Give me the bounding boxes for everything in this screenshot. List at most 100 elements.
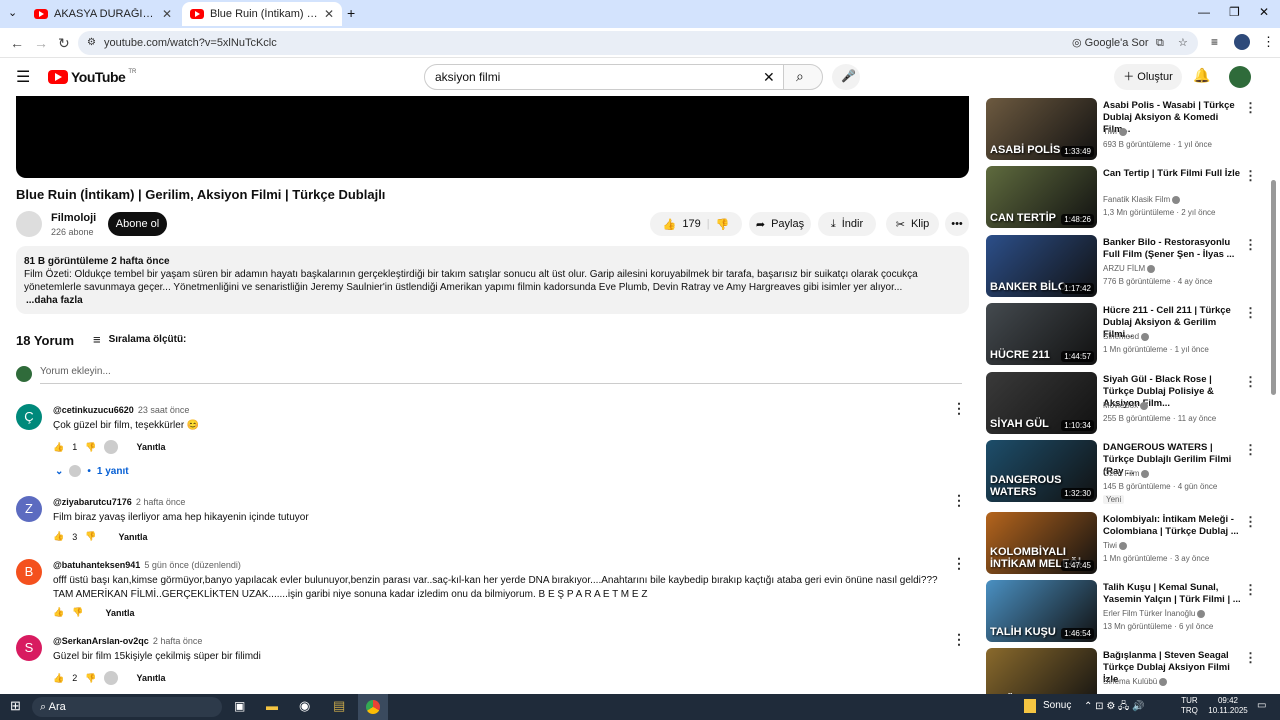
- more-actions-button[interactable]: •••: [945, 212, 969, 236]
- recommendation-menu-icon[interactable]: ⋮: [1244, 650, 1257, 666]
- minimize-icon[interactable]: —: [1198, 5, 1210, 19]
- thumbs-down-icon[interactable]: 👎: [85, 673, 96, 684]
- video-thumbnail[interactable]: TALİH KUŞU 1:46:54: [986, 580, 1097, 642]
- recommendation-channel[interactable]: Fanatik Klasik Film: [1103, 195, 1181, 204]
- recommendation-channel[interactable]: Erler Film Türker İnanoğlu: [1103, 609, 1206, 618]
- recommendation-channel[interactable]: Özen Film: [1103, 469, 1150, 478]
- recommendation-channel[interactable]: Sinema Kulübü: [1103, 677, 1168, 686]
- chrome-taskbar-icon[interactable]: [358, 694, 388, 720]
- comment-author[interactable]: @SerkanArslan-ov2qc 2 hafta önce: [53, 636, 202, 646]
- video-thumbnail[interactable]: SİYAH GÜL 1:10:34: [986, 372, 1097, 434]
- recommendation-title[interactable]: Kolombiyalı: İntikam Meleği - Colombiana…: [1103, 514, 1241, 538]
- comment-avatar[interactable]: S: [16, 635, 42, 661]
- close-icon[interactable]: ✕: [162, 7, 172, 21]
- video-thumbnail[interactable]: DANGEROUS WATERS 1:32:30: [986, 440, 1097, 502]
- comment-avatar[interactable]: B: [16, 559, 42, 585]
- bookmark-star-icon[interactable]: ☆: [1178, 31, 1188, 55]
- tray-chevron-icon[interactable]: ⌃ ⊡ ⚙ 🖧 🔊: [1084, 699, 1144, 716]
- tab-blue-ruin[interactable]: Blue Ruin (İntikam) | Gerilim... ✕: [182, 2, 342, 26]
- task-view-icon[interactable]: ▣: [234, 699, 245, 713]
- comment-avatar[interactable]: Z: [16, 496, 42, 522]
- share-button[interactable]: ➦ Paylaş: [749, 212, 811, 236]
- reload-icon[interactable]: ↻: [58, 35, 70, 52]
- replies-toggle[interactable]: ⌄ • 1 yanıt: [55, 465, 129, 477]
- language-indicator[interactable]: TUR TRQ: [1181, 696, 1198, 716]
- recommendation-menu-icon[interactable]: ⋮: [1244, 442, 1257, 458]
- recommendation-title[interactable]: Banker Bilo - Restorasyonlu Full Film (Ş…: [1103, 237, 1241, 261]
- thumbs-up-icon[interactable]: 👍: [53, 673, 64, 684]
- voice-search-button[interactable]: 🎤: [832, 64, 860, 90]
- video-thumbnail[interactable]: HÜCRE 211 1:44:57: [986, 303, 1097, 365]
- video-thumbnail[interactable]: CAN TERTİP 1:48:26: [986, 166, 1097, 228]
- reply-button[interactable]: Yanıtla: [136, 673, 165, 683]
- new-tab-icon[interactable]: +: [347, 5, 355, 21]
- youtube-logo[interactable]: YouTube TR: [48, 69, 136, 85]
- recommendation-channel[interactable]: ARZU FİLM: [1103, 264, 1156, 273]
- reply-button[interactable]: Yanıtla: [105, 608, 134, 618]
- thumbs-down-icon[interactable]: 👎: [85, 531, 96, 542]
- comment-avatar[interactable]: Ç: [16, 404, 42, 430]
- channel-name[interactable]: Filmoloji: [51, 212, 96, 224]
- comment-menu-icon[interactable]: ⋮: [952, 555, 966, 572]
- thumbs-up-icon[interactable]: 👍: [53, 531, 64, 542]
- recommendation-menu-icon[interactable]: ⋮: [1244, 374, 1257, 390]
- close-icon[interactable]: ✕: [324, 7, 334, 21]
- video-thumbnail[interactable]: BANKER BİLO 1:17:42: [986, 235, 1097, 297]
- dislike-button[interactable]: 👎: [716, 218, 730, 231]
- comment-menu-icon[interactable]: ⋮: [952, 492, 966, 509]
- file-explorer-icon[interactable]: ▬: [266, 699, 278, 713]
- recommendation-channel[interactable]: Tiwi: [1103, 541, 1127, 550]
- profile-avatar[interactable]: [1234, 34, 1250, 50]
- page-scrollbar[interactable]: [1271, 180, 1276, 395]
- clear-search-icon[interactable]: ✕: [763, 65, 775, 89]
- thumbs-up-icon[interactable]: 👍: [53, 442, 64, 453]
- recommendation-item[interactable]: ASABİ POLİS 1:33:49 Asabi Polis - Wasabi |…: [986, 98, 1257, 162]
- recommendation-title[interactable]: Can Tertip | Türk Filmi Full İzle: [1103, 168, 1241, 180]
- video-thumbnail[interactable]: ASABİ POLİS 1:33:49: [986, 98, 1097, 160]
- recommendation-item[interactable]: HÜCRE 211 1:44:57 Hücre 211 - Cell 211 | T…: [986, 303, 1257, 367]
- forward-icon[interactable]: →: [34, 35, 48, 51]
- channel-avatar[interactable]: [16, 211, 42, 237]
- recommendation-title[interactable]: Talih Kuşu | Kemal Sunal, Yasemin Yalçın…: [1103, 582, 1241, 606]
- search-input[interactable]: aksiyon filmi ✕: [424, 64, 784, 90]
- thumbs-up-icon[interactable]: 👍: [53, 607, 64, 618]
- ask-google-button[interactable]: ◎ Google'a Sor: [1072, 31, 1149, 55]
- recommendation-channel[interactable]: MovieBox: [1103, 401, 1149, 410]
- weather-label[interactable]: Sonuç: [1043, 700, 1071, 711]
- download-button[interactable]: ⤓ İndir: [818, 212, 876, 236]
- restore-icon[interactable]: ❐: [1229, 5, 1240, 19]
- recommendation-menu-icon[interactable]: ⋮: [1244, 582, 1257, 598]
- recommendation-menu-icon[interactable]: ⋮: [1244, 168, 1257, 184]
- recommendation-menu-icon[interactable]: ⋮: [1244, 514, 1257, 530]
- video-player[interactable]: [16, 96, 969, 178]
- comment-author[interactable]: @batuhanteksen941 5 gün önce (düzenlendi): [53, 560, 241, 570]
- description-box[interactable]: 81 B görüntüleme 2 hafta önce Film Özeti…: [16, 246, 969, 314]
- app-icon[interactable]: ▤: [333, 698, 345, 714]
- recommendation-item[interactable]: CAN TERTİP 1:48:26 Can Tertip | Türk Filmi…: [986, 166, 1257, 230]
- create-button[interactable]: ＋ Oluştur: [1114, 64, 1182, 90]
- url-input[interactable]: ⚙ youtube.com/watch?v=5xlNuTcKclc ◎ Goog…: [78, 31, 1198, 55]
- tab-search-icon[interactable]: ⌄: [8, 6, 17, 19]
- sort-button[interactable]: ≡ Sıralama ölçütü:: [93, 332, 186, 347]
- recommendation-item[interactable]: DANGEROUS WATERS 1:32:30 DANGEROUS WATERS …: [986, 440, 1257, 504]
- taskbar-search[interactable]: ⌕ Ara: [32, 697, 222, 717]
- menu-kebab-icon[interactable]: ⋮: [1262, 34, 1275, 50]
- cast-icon[interactable]: ⧉: [1156, 31, 1164, 55]
- video-thumbnail[interactable]: KOLOMBİYALI İNTİKAM MELEĞİ 1:47:45: [986, 512, 1097, 574]
- clock[interactable]: 09:42 10.11.2025: [1206, 696, 1250, 716]
- windows-start-icon[interactable]: ⊞: [10, 698, 21, 714]
- app-icon[interactable]: ◉: [299, 698, 310, 714]
- recommendation-menu-icon[interactable]: ⋮: [1244, 237, 1257, 253]
- reading-list-icon[interactable]: ≡: [1211, 35, 1218, 49]
- reply-button[interactable]: Yanıtla: [136, 442, 165, 452]
- show-more-link[interactable]: ...daha fazla: [24, 294, 961, 307]
- thumbs-down-icon[interactable]: 👎: [72, 607, 83, 618]
- like-button[interactable]: 👍 179: [663, 218, 701, 231]
- recommendation-channel[interactable]: Tiwi: [1103, 127, 1127, 136]
- account-avatar[interactable]: [1229, 66, 1251, 88]
- recommendation-item[interactable]: KOLOMBİYALI İNTİKAM MELEĞİ 1:47:45 Kolombi…: [986, 512, 1257, 576]
- recommendation-channel[interactable]: Sinemood: [1103, 332, 1150, 341]
- window-close-icon[interactable]: ✕: [1259, 5, 1269, 19]
- reply-button[interactable]: Yanıtla: [118, 532, 147, 542]
- recommendation-item[interactable]: BANKER BİLO 1:17:42 Banker Bilo - Restoras…: [986, 235, 1257, 299]
